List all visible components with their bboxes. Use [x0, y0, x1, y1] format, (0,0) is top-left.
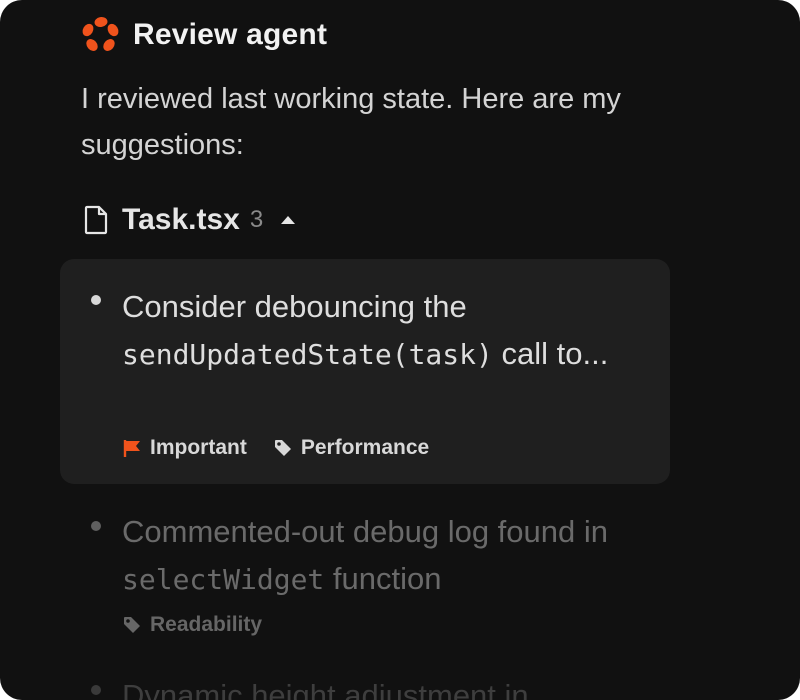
agent-name: Review agent	[133, 18, 328, 51]
file-name: Task.tsx	[122, 203, 240, 236]
tag-icon	[124, 617, 140, 633]
caret-up-icon[interactable]	[281, 216, 296, 224]
file-icon	[84, 205, 108, 235]
suggestion-tags: Important Performance	[122, 433, 429, 463]
bullet-dot	[91, 685, 101, 695]
agent-header: Review agent	[79, 10, 327, 60]
suggestion-tags: Readability	[122, 610, 262, 640]
bullet-dot	[91, 521, 101, 531]
tag-readability: Readability	[122, 613, 262, 637]
flower-logo-icon	[82, 16, 119, 51]
suggestion-text: Dynamic height adjustment in	[122, 678, 529, 700]
suggestion-text: Consider debouncing the sendUpdatedState…	[122, 289, 609, 371]
tag-icon	[274, 440, 291, 456]
bullet-dot	[91, 295, 101, 305]
code-snippet: selectWidget	[122, 563, 325, 596]
intro-message: I reviewed last working state. Here are …	[81, 83, 621, 161]
tag-performance: Performance	[273, 436, 429, 460]
flag-icon	[123, 440, 140, 457]
file-group-header[interactable]: Task.tsx 3	[84, 196, 296, 244]
suggestion-text: Commented-out debug log found in selectW…	[122, 514, 608, 596]
tag-important: Important	[122, 436, 247, 460]
review-agent-panel: Review agent I reviewed last working sta…	[0, 0, 800, 700]
code-snippet: sendUpdatedState(task)	[122, 338, 493, 371]
suggestion-count-badge: 3	[249, 206, 264, 233]
